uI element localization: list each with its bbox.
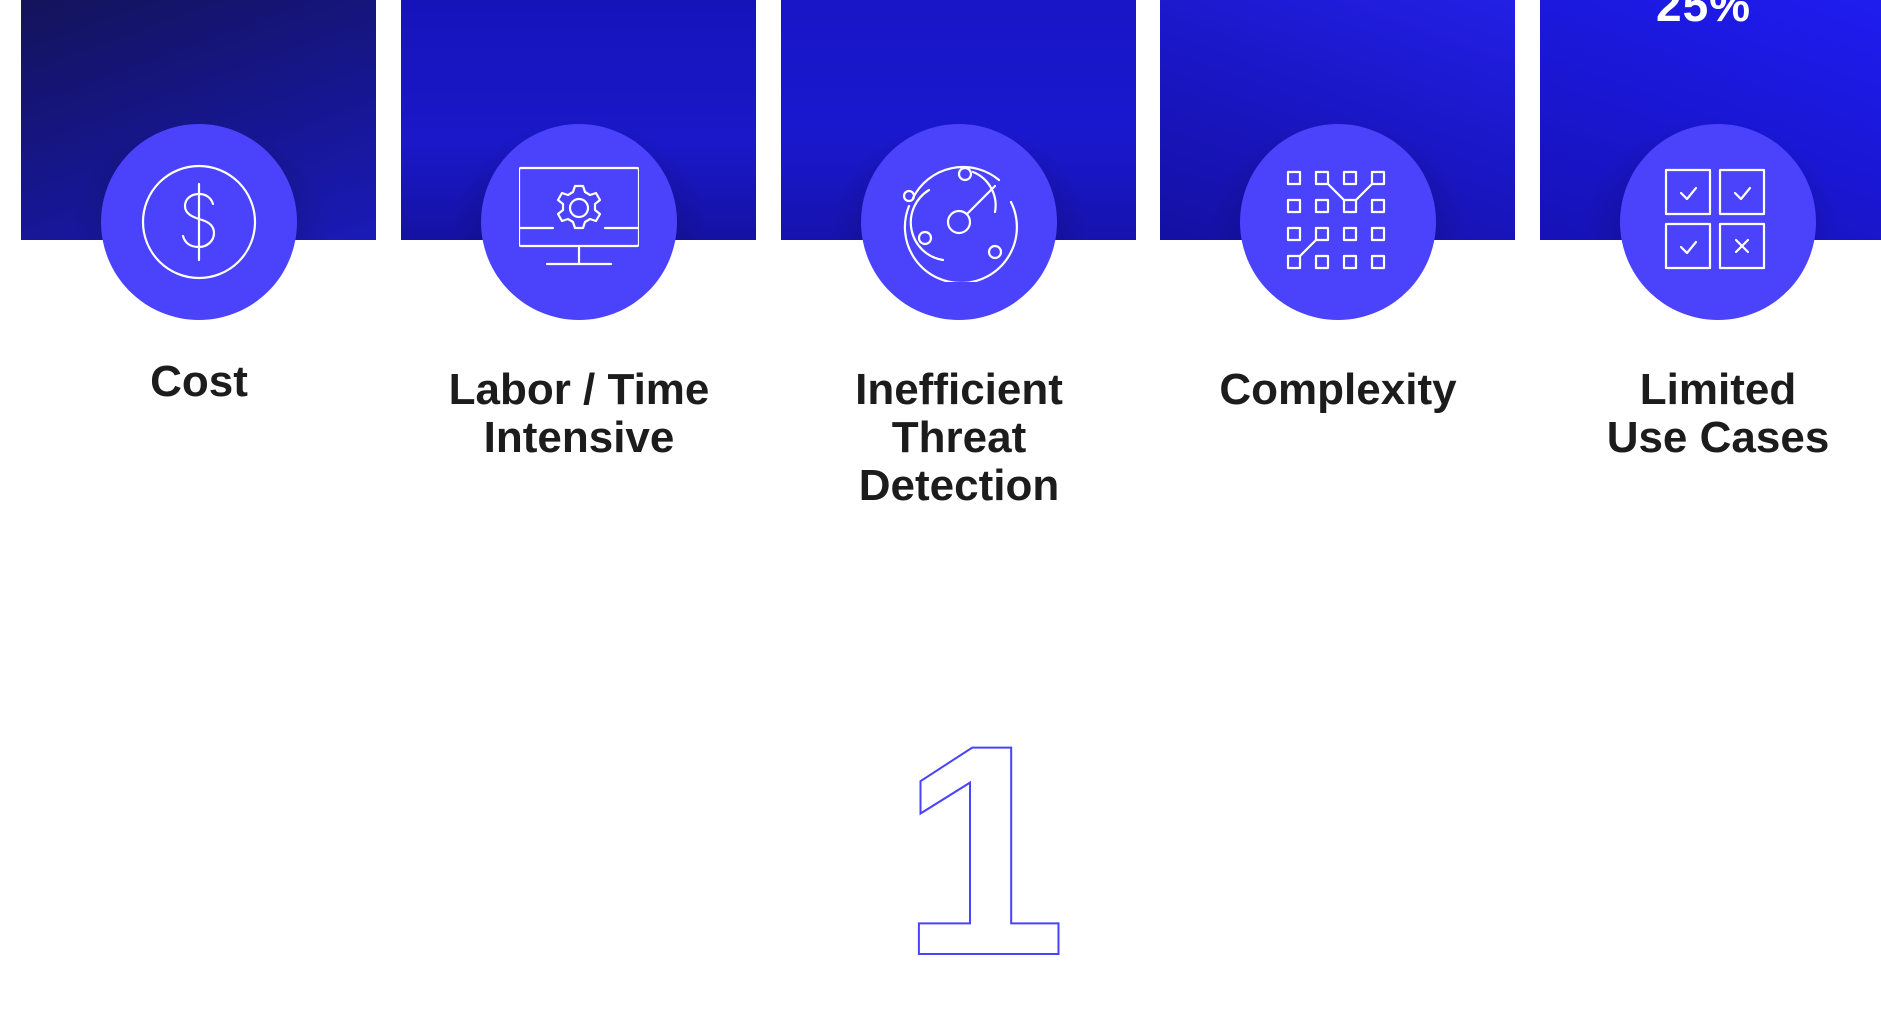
grid-network-icon <box>1286 170 1386 270</box>
complexity-icon-circle <box>1240 124 1436 320</box>
labor-icon-circle <box>481 124 677 320</box>
complexity-label: Complexity <box>1219 365 1457 414</box>
monitor-gear-icon <box>519 166 639 266</box>
threat-icon-circle <box>861 124 1057 320</box>
checklist-grid-icon <box>1664 168 1766 270</box>
cost-label: Cost <box>150 357 248 406</box>
inefficient-threat-label: Inefficient Threat Detection <box>855 365 1063 510</box>
labor-time-label: Labor / Time Intensive <box>448 365 710 462</box>
radar-icon <box>902 165 1018 282</box>
stat-percentage: 25% <box>1656 0 1752 31</box>
use-cases-icon-circle <box>1620 124 1816 320</box>
step-number: 1 <box>899 682 1068 1018</box>
dollar-icon <box>141 164 257 280</box>
limited-use-cases-label: Limited Use Cases <box>1606 365 1830 462</box>
cost-icon-circle <box>101 124 297 320</box>
